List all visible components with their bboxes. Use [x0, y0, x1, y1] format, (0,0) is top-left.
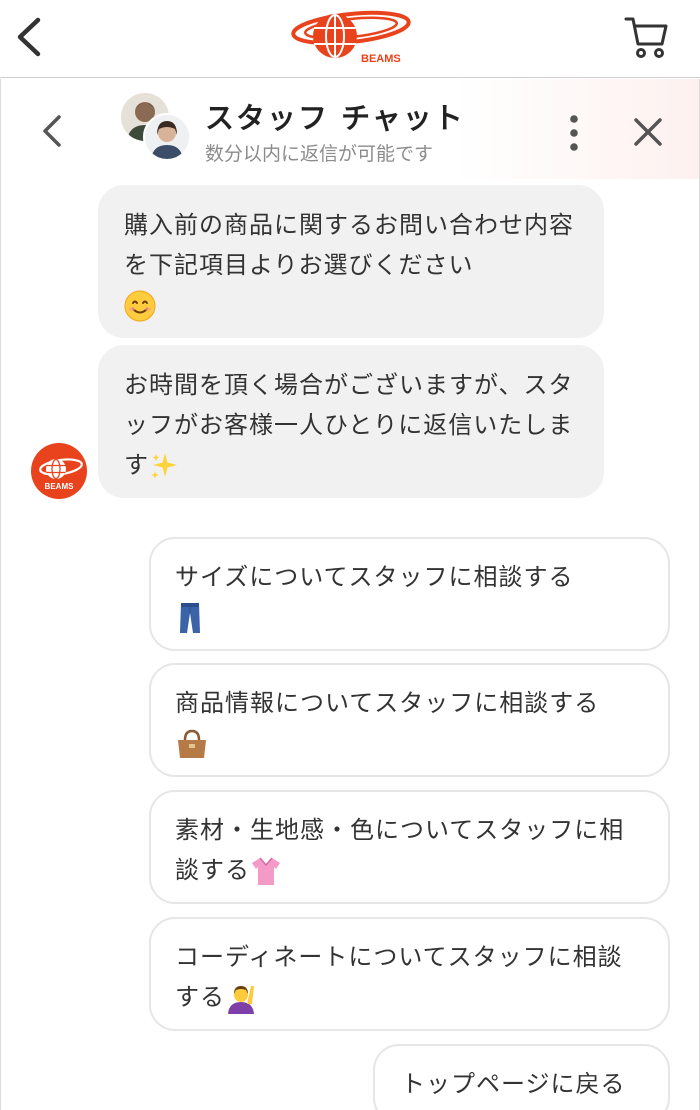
smiling-face-icon	[124, 290, 156, 322]
option-label: 素材・生地感・色についてスタッフに相談する	[175, 816, 625, 884]
close-icon[interactable]	[631, 115, 665, 149]
option-label: サイズについてスタッフに相談する	[175, 563, 574, 591]
app-header: BEAMS	[0, 0, 700, 78]
bot-message: お時間を頂く場合がございますが、スタッフがお客様一人ひとりに返信いたします	[98, 345, 604, 498]
chevron-left-icon[interactable]	[12, 14, 48, 60]
back-to-top-button[interactable]: トップページに戻る	[373, 1044, 670, 1110]
option-label: 商品情報についてスタッフに相談する	[175, 689, 600, 717]
chat-header: スタッフ チャット 数分以内に返信が可能です	[1, 79, 699, 179]
bot-avatar-label: BEAMS	[45, 482, 75, 491]
message-text: お時間を頂く場合がございますが、スタッフがお客様一人ひとりに返信いたします	[124, 371, 574, 479]
sparkles-icon	[151, 453, 177, 479]
option-coordinate-consult[interactable]: コーディネートについてスタッフに相談する	[149, 917, 670, 1031]
staff-avatar	[143, 113, 191, 161]
option-material-color-consult[interactable]: 素材・生地感・色についてスタッフに相談する	[149, 790, 670, 904]
more-options-icon[interactable]	[561, 113, 587, 153]
blouse-icon	[252, 857, 280, 885]
handbag-icon	[178, 729, 206, 758]
option-size-consult[interactable]: サイズについてスタッフに相談する	[149, 537, 670, 651]
option-product-info-consult[interactable]: 商品情報についてスタッフに相談する	[149, 663, 670, 777]
message-text: 購入前の商品に関するお問い合わせ内容を下記項目よりお選びください	[124, 211, 574, 279]
chat-window: スタッフ チャット 数分以内に返信が可能です 購入前の商品に関するお問い合わせ内…	[0, 79, 700, 1110]
bot-avatar: BEAMS	[31, 443, 87, 499]
beams-logo[interactable]: BEAMS	[285, 8, 415, 66]
chat-title: スタッフ チャット	[205, 101, 465, 135]
jeans-icon	[180, 603, 200, 633]
logo-label: BEAMS	[361, 53, 401, 65]
bot-message: 購入前の商品に関するお問い合わせ内容を下記項目よりお選びください	[98, 185, 604, 338]
chat-subtitle: 数分以内に返信が可能です	[205, 143, 434, 165]
chat-back-icon[interactable]	[39, 111, 65, 151]
person-raising-hand-icon	[228, 986, 254, 1014]
cart-icon[interactable]	[624, 14, 670, 60]
back-to-top-label: トップページに戻る	[401, 1070, 626, 1098]
